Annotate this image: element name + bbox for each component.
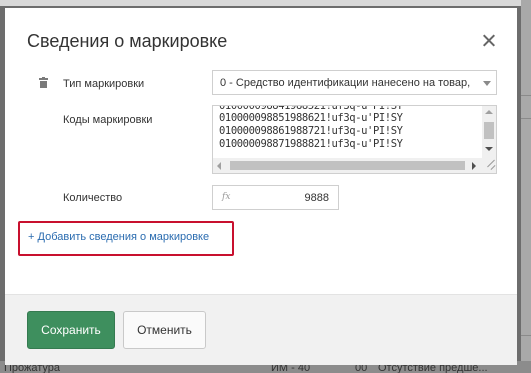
quantity-label: Количество	[63, 192, 123, 204]
background-divider	[521, 118, 531, 119]
trash-icon[interactable]	[39, 77, 48, 88]
scroll-left-icon[interactable]	[217, 162, 221, 170]
background-app-header	[0, 0, 531, 6]
add-marking-info-label: Добавить сведения о маркировке	[37, 231, 210, 243]
close-icon[interactable]	[479, 31, 499, 51]
scrollbar-thumb[interactable]	[230, 161, 465, 170]
marking-codes-label: Коды маркировки	[63, 114, 153, 126]
fx-icon: fx	[222, 192, 231, 202]
scroll-up-icon[interactable]	[485, 110, 493, 114]
cancel-button[interactable]: Отменить	[123, 311, 206, 349]
marking-code-line: 010000098851988621!uf3q-u'PI!SY	[219, 112, 403, 124]
scroll-right-icon[interactable]	[472, 162, 476, 170]
chevron-down-icon	[483, 81, 491, 86]
marking-type-label: Тип маркировки	[63, 78, 145, 90]
background-app-right-edge	[521, 0, 531, 373]
marking-info-dialog: Сведения о маркировке Тип маркировки 0 -…	[5, 8, 517, 365]
marking-code-line: 010000098861988721!uf3q-u'PI!SY	[219, 125, 403, 137]
background-divider	[521, 335, 531, 336]
vertical-scrollbar[interactable]	[482, 106, 496, 158]
quantity-field[interactable]: fx 9888	[212, 185, 339, 210]
marking-type-select[interactable]: 0 - Средство идентификации нанесено на т…	[212, 70, 497, 95]
marking-code-line: 010000098871988821!uf3q-u'PI!SY	[219, 138, 403, 150]
marking-code-line: 010000098841988521!uf3q-u'PI!SY	[219, 105, 403, 112]
plus-icon: +	[28, 231, 35, 243]
background-divider	[521, 95, 531, 96]
marking-codes-textarea[interactable]: 010000098841988521!uf3q-u'PI!SY 01000009…	[212, 105, 497, 174]
add-marking-info-link[interactable]: + Добавить сведения о маркировке	[28, 231, 209, 243]
scrollbar-thumb[interactable]	[484, 122, 494, 139]
save-button[interactable]: Сохранить	[27, 311, 115, 349]
dialog-title: Сведения о маркировке	[27, 31, 228, 51]
marking-type-value: 0 - Средство идентификации нанесено на т…	[220, 77, 471, 89]
dialog-footer: Сохранить Отменить	[5, 294, 517, 365]
quantity-value: 9888	[304, 192, 329, 204]
scroll-down-icon[interactable]	[485, 147, 493, 151]
horizontal-scrollbar[interactable]	[213, 158, 482, 173]
resize-handle-icon[interactable]	[482, 158, 496, 173]
